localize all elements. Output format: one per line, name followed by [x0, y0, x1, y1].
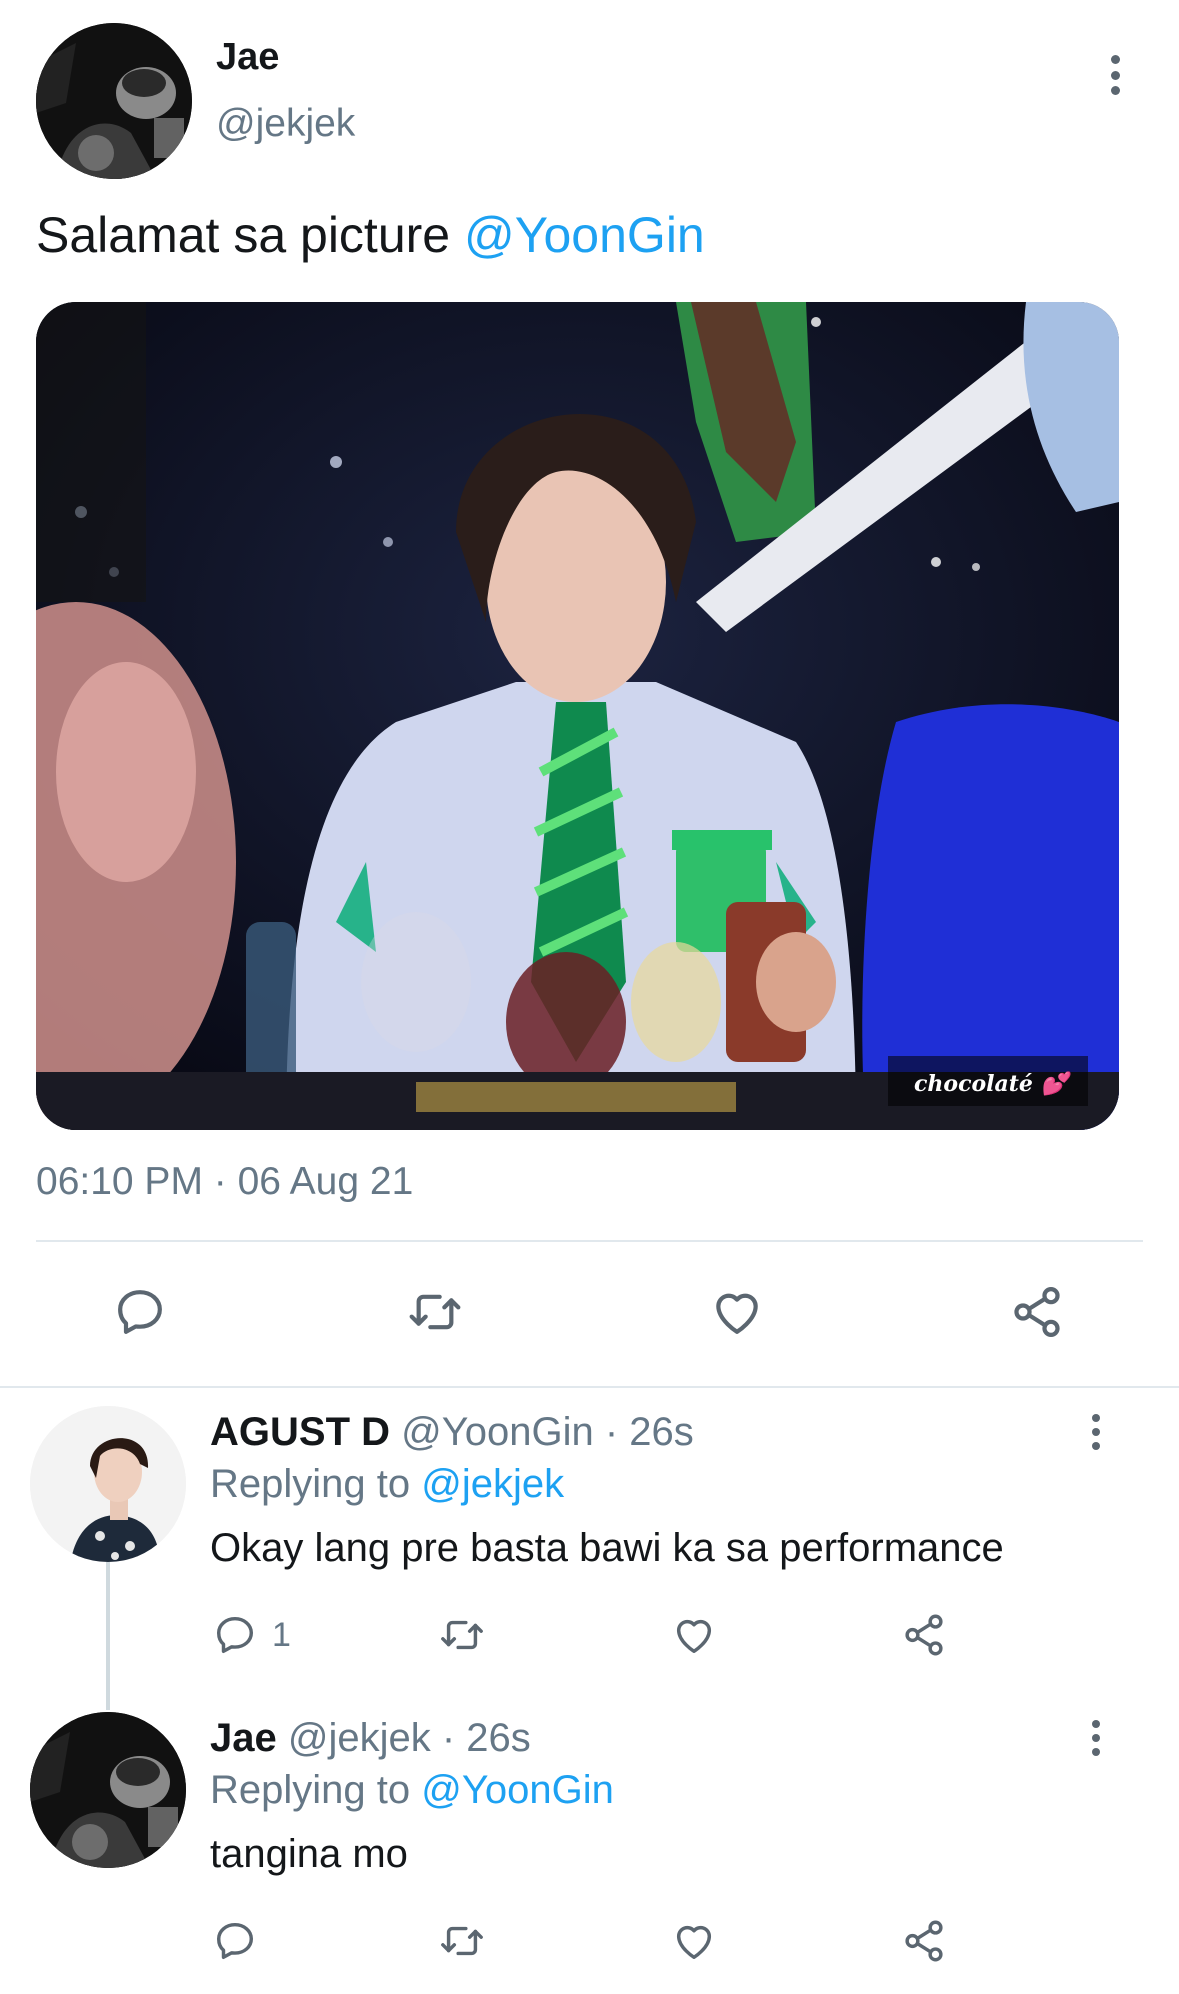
reply-more-button[interactable]	[1090, 1414, 1102, 1450]
reply-header: Jae @jekjek · 26s	[210, 1716, 531, 1761]
reply-comment-button[interactable]	[212, 1612, 258, 1658]
retweet-icon	[409, 1294, 461, 1330]
reply-like-button[interactable]	[670, 1918, 718, 1964]
share-icon	[905, 1614, 943, 1656]
avatar-photo	[36, 23, 192, 179]
tweet-image[interactable]: chocolaté 💕	[36, 302, 1119, 1130]
replying-to: Replying to @YoonGin	[210, 1768, 614, 1813]
avatar-photo	[30, 1406, 186, 1562]
more-options-button[interactable]	[1108, 55, 1122, 95]
avatar-photo	[30, 1712, 186, 1868]
reply-avatar[interactable]	[30, 1406, 186, 1562]
reply-comment-button[interactable]	[212, 1918, 258, 1964]
comment-icon	[216, 1922, 254, 1960]
tweet-text-body: Salamat sa picture	[36, 207, 464, 263]
tweet-mention-link[interactable]: @YoonGin	[464, 207, 705, 263]
more-icon	[1092, 1414, 1100, 1422]
like-icon	[676, 1925, 712, 1960]
reply-more-button[interactable]	[1090, 1720, 1102, 1756]
more-icon	[1092, 1720, 1100, 1728]
reply-header: AGUST D @YoonGin · 26s	[210, 1410, 694, 1455]
retweet-icon	[441, 1620, 483, 1650]
reply-count: 1	[272, 1616, 291, 1654]
comment-icon	[216, 1616, 254, 1654]
reply-handle-time: @YoonGin · 26s	[390, 1410, 694, 1454]
like-icon	[676, 1619, 712, 1654]
tweet-photo: chocolaté 💕	[36, 302, 1119, 1130]
image-watermark: chocolaté 💕	[914, 1071, 1073, 1097]
replying-to: Replying to @jekjek	[210, 1462, 564, 1507]
like-button[interactable]	[708, 1284, 766, 1340]
reply-avatar[interactable]	[30, 1712, 186, 1868]
divider	[36, 1240, 1143, 1242]
retweet-button[interactable]	[406, 1284, 464, 1340]
reply-retweet-button[interactable]	[438, 1612, 486, 1658]
thread-line	[106, 1560, 110, 1710]
reply-share-button[interactable]	[900, 1918, 948, 1964]
reply-retweet-button[interactable]	[438, 1918, 486, 1964]
share-icon	[1014, 1287, 1060, 1337]
replying-mention-link[interactable]: @YoonGin	[421, 1768, 614, 1812]
share-icon	[905, 1920, 943, 1962]
reply-like-button[interactable]	[670, 1612, 718, 1658]
section-divider	[0, 1386, 1179, 1388]
comment-button[interactable]	[112, 1284, 168, 1340]
comment-icon	[118, 1290, 162, 1334]
author-handle[interactable]: @jekjek	[216, 102, 355, 146]
tweet-timestamp: 06:10 PM · 06 Aug 21	[36, 1160, 414, 1203]
tweet-text: Salamat sa picture @YoonGin	[36, 206, 705, 264]
reply-handle-time: @jekjek · 26s	[276, 1716, 531, 1760]
replying-label: Replying to	[210, 1768, 422, 1812]
share-button[interactable]	[1008, 1284, 1066, 1340]
more-icon	[1110, 55, 1120, 64]
reply-author-name[interactable]: AGUST D	[210, 1410, 390, 1454]
author-avatar[interactable]	[36, 23, 192, 179]
replying-mention-link[interactable]: @jekjek	[421, 1462, 564, 1506]
like-icon	[716, 1293, 758, 1334]
reply-author-name[interactable]: Jae	[210, 1716, 277, 1760]
author-name[interactable]: Jae	[216, 36, 279, 79]
replying-label: Replying to	[210, 1462, 422, 1506]
retweet-icon	[441, 1926, 483, 1956]
reply-text: tangina mo	[210, 1832, 408, 1876]
reply-text: Okay lang pre basta bawi ka sa performan…	[210, 1526, 1004, 1570]
reply-share-button[interactable]	[900, 1612, 948, 1658]
